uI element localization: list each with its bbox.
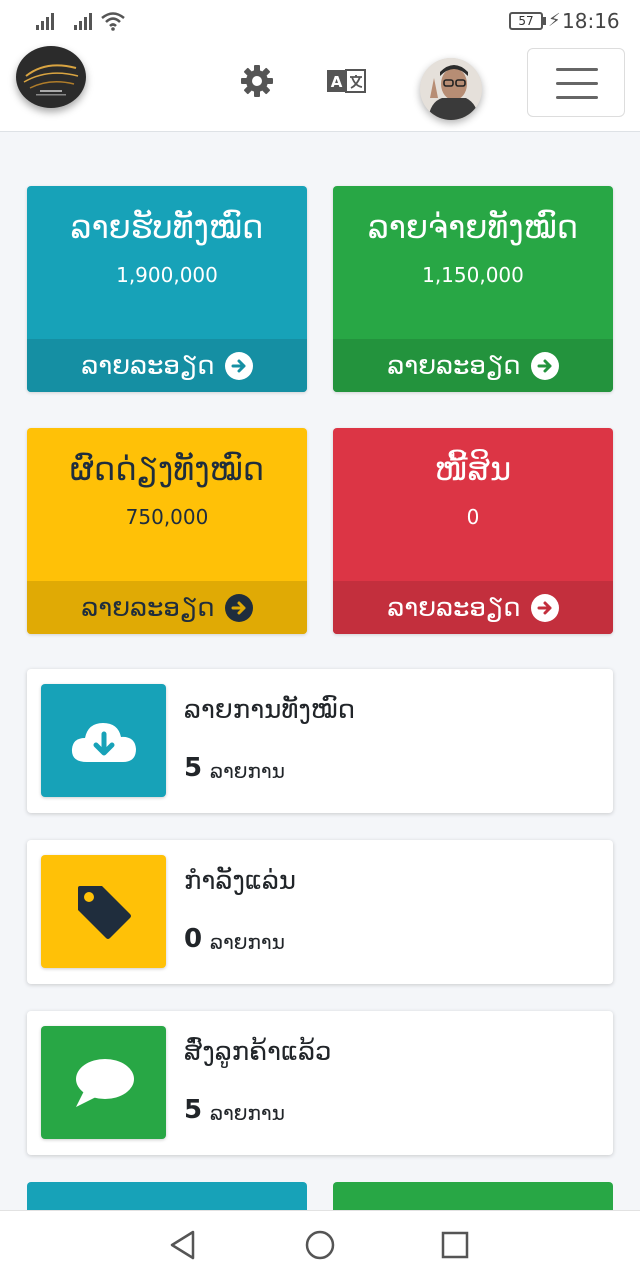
info-box-label: ລາຍການທັງໝົດ [184,695,356,725]
balance-total-box: ຜົດດ່ຽງທັງໝົດ 750,000 ລາຍລະອຽດ [27,428,307,634]
top-navbar: A [0,42,640,132]
wifi-icon [101,12,125,31]
info-box-label: ກຳລັງແລ່ນ [184,866,296,896]
arrow-circle-right-icon [530,593,559,622]
box-value: 0 [466,505,480,529]
info-box-count: 5 [184,753,203,783]
box-title: ລາຍຈ່າຍທັງໝົດ [367,208,579,246]
brand-logo[interactable] [16,46,86,108]
more-info-label: ລາຍລະອຽດ [81,592,215,623]
cell-signal-icon [36,12,54,30]
income-total-box: ລາຍຮັບທັງໝົດ 1,900,000 ລາຍລະອຽດ [27,186,307,392]
arrow-circle-right-icon [530,351,559,380]
arrow-circle-right-icon [224,351,253,380]
battery-icon: 57 [509,12,543,30]
charging-icon: ⚡ [548,10,561,31]
box-title: ລາຍຮັບທັງໝົດ [70,208,264,246]
hamburger-menu-button[interactable] [527,48,625,117]
status-bar: 57 ⚡ 18:16 [0,0,640,42]
recent-apps-square-icon[interactable] [440,1230,470,1260]
system-navigation-bar [0,1210,640,1280]
hamburger-menu-icon [556,68,598,71]
delivered-info-box[interactable]: ສົ່ງລູກຄ້າແລ້ວ 5 ລາຍການ [27,1011,613,1155]
more-info-label: ລາຍລະອຽດ [387,350,521,381]
more-info-link[interactable]: ລາຍລະອຽດ [333,339,613,392]
all-orders-info-box[interactable]: ລາຍການທັງໝົດ 5 ລາຍການ [27,669,613,813]
tag-icon [41,855,166,968]
box-title: ຜົດດ່ຽງທັງໝົດ [69,450,265,488]
cell-signal-icon [74,12,92,30]
box-title: ໜີ້ສິນ [434,450,512,488]
settings-gear-icon[interactable] [240,64,274,98]
status-clock: 18:16 [562,9,620,33]
chat-bubble-icon [41,1026,166,1139]
home-circle-icon[interactable] [304,1229,336,1261]
battery-tip [543,17,546,25]
info-box-label: ສົ່ງລູກຄ້າແລ້ວ [184,1037,332,1067]
more-info-link[interactable]: ລາຍລະອຽດ [27,581,307,634]
info-box-unit: ລາຍການ [210,759,285,783]
info-box-count: 5 [184,1095,203,1125]
box-value: 1,150,000 [422,263,524,287]
box-value: 1,900,000 [116,263,218,287]
back-triangle-icon[interactable] [168,1229,198,1261]
svg-text:A: A [331,73,343,91]
more-info-link[interactable]: ລາຍລະອຽດ [27,339,307,392]
arrow-circle-right-icon [224,593,253,622]
user-avatar[interactable] [420,58,482,120]
info-box-unit: ລາຍການ [210,930,285,954]
more-info-label: ລາຍລະອຽດ [387,592,521,623]
debt-total-box: ໜີ້ສິນ 0 ລາຍລະອຽດ [333,428,613,634]
in-progress-info-box[interactable]: ກຳລັງແລ່ນ 0 ລາຍການ [27,840,613,984]
box-value: 750,000 [125,505,209,529]
info-box-count: 0 [184,924,203,954]
expense-total-box: ລາຍຈ່າຍທັງໝົດ 1,150,000 ລາຍລະອຽດ [333,186,613,392]
more-info-link[interactable]: ລາຍລະອຽດ [333,581,613,634]
more-info-label: ລາຍລະອຽດ [81,350,215,381]
info-box-unit: ລາຍການ [210,1101,285,1125]
translate-icon[interactable]: A [326,68,366,94]
cloud-download-icon [41,684,166,797]
